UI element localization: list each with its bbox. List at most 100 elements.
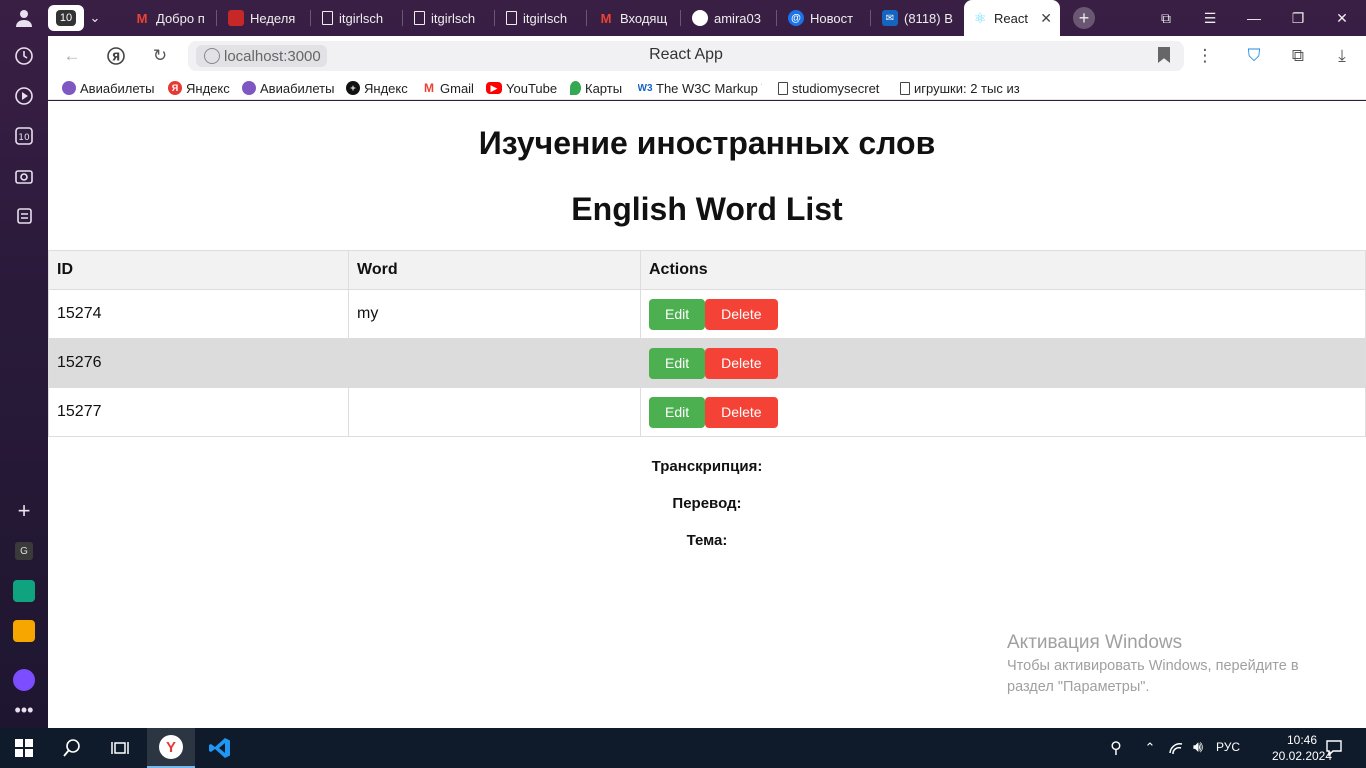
table-row: 15274 my Edit Delete bbox=[48, 289, 1366, 339]
close-tab-icon[interactable]: ✕ bbox=[1040, 10, 1052, 27]
mail-app-icon[interactable] bbox=[12, 619, 36, 643]
tabs-count-icon[interactable]: 10 bbox=[12, 124, 36, 148]
tab[interactable]: itgirlsch bbox=[314, 4, 400, 32]
bookmark-item[interactable]: Карты bbox=[570, 79, 622, 97]
tab-label: Новост bbox=[810, 10, 854, 26]
word-table: ID Word Actions 15274 my Edit Delete 1527… bbox=[48, 250, 1366, 437]
collections-icon[interactable] bbox=[12, 204, 36, 228]
minimize-icon[interactable]: — bbox=[1242, 6, 1266, 30]
tab[interactable]: M Входящ bbox=[590, 4, 678, 32]
tab-label: React bbox=[994, 10, 1028, 26]
mail-ru-icon: @ bbox=[788, 10, 804, 26]
edit-button[interactable]: Edit bbox=[649, 298, 706, 330]
vscode-taskbar-icon[interactable] bbox=[196, 728, 244, 768]
delete-button[interactable]: Delete bbox=[705, 347, 778, 379]
extensions-icon[interactable]: ⧉ bbox=[1286, 44, 1310, 68]
windows-activation-watermark: Активация Windows Чтобы активировать Win… bbox=[1007, 632, 1327, 698]
document-icon bbox=[414, 11, 425, 25]
tab[interactable]: M Добро п bbox=[126, 4, 214, 32]
back-icon[interactable]: ← bbox=[60, 44, 84, 68]
reload-icon[interactable]: ↻ bbox=[148, 44, 172, 68]
bookmark-label: studiomysecret bbox=[792, 80, 880, 96]
tab[interactable]: Неделя bbox=[220, 4, 308, 32]
edit-button[interactable]: Edit bbox=[649, 347, 706, 379]
page-content: Изучение иностранных слов English Word L… bbox=[48, 101, 1366, 728]
chatgpt-icon[interactable] bbox=[12, 579, 36, 603]
notifications-icon[interactable] bbox=[1322, 736, 1346, 760]
bookmark-item[interactable]: Авиабилеты bbox=[62, 79, 154, 97]
screenshot-icon[interactable] bbox=[12, 164, 36, 188]
cell-actions: Edit Delete bbox=[640, 387, 1366, 437]
protect-shield-icon[interactable]: ⛉ bbox=[1242, 44, 1266, 68]
more-vertical-icon[interactable]: ⋮ bbox=[1193, 44, 1217, 68]
topic-label: Тема: bbox=[686, 532, 728, 549]
new-tab-button[interactable]: + bbox=[1070, 4, 1098, 32]
search-icon[interactable] bbox=[60, 736, 84, 760]
collections-icon[interactable]: ⧉ bbox=[1154, 6, 1178, 30]
delete-button[interactable]: Delete bbox=[705, 396, 778, 428]
task-view-icon[interactable] bbox=[108, 736, 132, 760]
alice-icon[interactable] bbox=[12, 668, 36, 692]
bookmark-item[interactable]: игрушки: 2 тыс из bbox=[900, 79, 1024, 97]
yandex-icon: Я bbox=[168, 81, 182, 95]
taskbar: Y ⚲ ⌃ 🔊︎ РУС 10:46 20.02.2024 bbox=[0, 728, 1366, 768]
people-icon[interactable]: ⚲ bbox=[1104, 736, 1128, 760]
bookmark-label: The W3C Markup V bbox=[656, 80, 762, 96]
chevron-down-icon[interactable]: ⌄ bbox=[84, 4, 106, 32]
yandex-plus-icon: + bbox=[346, 81, 360, 95]
github-icon bbox=[692, 10, 708, 26]
bookmark-item[interactable]: Я Яндекс bbox=[168, 79, 230, 97]
tab-count-badge: 10 bbox=[55, 10, 77, 26]
gmail-icon: M bbox=[424, 81, 434, 95]
watermark-text: Чтобы активировать Windows, перейдите в … bbox=[1007, 658, 1299, 695]
bookmark-icon[interactable] bbox=[1158, 47, 1170, 63]
bookmark-item[interactable]: Авиабилеты bbox=[242, 79, 334, 97]
bookmark-item[interactable]: ▶ YouTube bbox=[486, 79, 557, 97]
watermark-title: Активация Windows bbox=[1007, 632, 1183, 653]
youtube-icon: ▶ bbox=[486, 82, 502, 94]
tab[interactable]: @ Новост bbox=[780, 4, 868, 32]
url-text: localhost:3000 bbox=[224, 47, 321, 65]
svg-text:10: 10 bbox=[18, 133, 30, 143]
close-window-icon[interactable]: ✕ bbox=[1330, 6, 1354, 30]
table-header-row: ID Word Actions bbox=[48, 250, 1366, 290]
restore-icon[interactable]: ❐ bbox=[1286, 6, 1310, 30]
bookmark-label: Яндекс bbox=[364, 80, 408, 96]
add-panel-icon[interactable]: + bbox=[12, 498, 36, 523]
wifi-icon[interactable] bbox=[1164, 736, 1188, 760]
url-chip[interactable]: localhost:3000 bbox=[196, 45, 327, 67]
bookmark-item[interactable]: + Яндекс bbox=[346, 79, 408, 97]
tab[interactable]: ✉ (8118) В bbox=[874, 4, 962, 32]
browser-toolbar: ← Я ↻ localhost:3000 React App ⋮ ⛉ ⧉ ⤓ bbox=[48, 36, 1366, 76]
windows-start-icon[interactable] bbox=[12, 736, 36, 760]
tab[interactable]: itgirlsch bbox=[406, 4, 492, 32]
chevron-up-icon[interactable]: ⌃ bbox=[1138, 736, 1162, 760]
bookmark-item[interactable]: M Gmail bbox=[422, 79, 474, 97]
g-app-icon[interactable]: G bbox=[12, 539, 36, 563]
svg-text:Я: Я bbox=[112, 51, 120, 64]
yandex-browser-taskbar-icon[interactable]: Y bbox=[147, 728, 195, 768]
more-icon[interactable]: ••• bbox=[12, 698, 36, 722]
bookmark-item[interactable]: studiomysecret bbox=[778, 79, 879, 97]
tab-active[interactable]: ⚛ React ✕ bbox=[964, 0, 1060, 36]
tab[interactable]: amira03 bbox=[684, 4, 774, 32]
address-bar[interactable]: localhost:3000 React App bbox=[188, 41, 1184, 71]
delete-button[interactable]: Delete bbox=[705, 298, 778, 330]
page-title: React App bbox=[649, 46, 723, 63]
yandex-icon[interactable]: Я bbox=[104, 44, 128, 68]
bookmark-item[interactable]: W3 The W3C Markup V bbox=[638, 79, 762, 97]
tab-label: (8118) В bbox=[904, 10, 953, 26]
play-icon[interactable] bbox=[12, 84, 36, 108]
bookmark-label: Авиабилеты bbox=[260, 80, 335, 96]
menu-icon[interactable]: ☰ bbox=[1198, 6, 1222, 30]
history-icon[interactable] bbox=[12, 44, 36, 68]
w3c-icon: W3 bbox=[638, 82, 653, 94]
profile-icon[interactable] bbox=[12, 6, 36, 30]
cell-id: 15274 bbox=[48, 289, 349, 339]
volume-icon[interactable]: 🔊︎ bbox=[1186, 736, 1210, 760]
tab-counter-button[interactable]: 10 bbox=[48, 5, 84, 31]
tab[interactable]: itgirlsch bbox=[498, 4, 584, 32]
language-indicator[interactable]: РУС bbox=[1216, 740, 1240, 754]
edit-button[interactable]: Edit bbox=[649, 396, 706, 428]
download-icon[interactable]: ⤓ bbox=[1330, 44, 1354, 68]
